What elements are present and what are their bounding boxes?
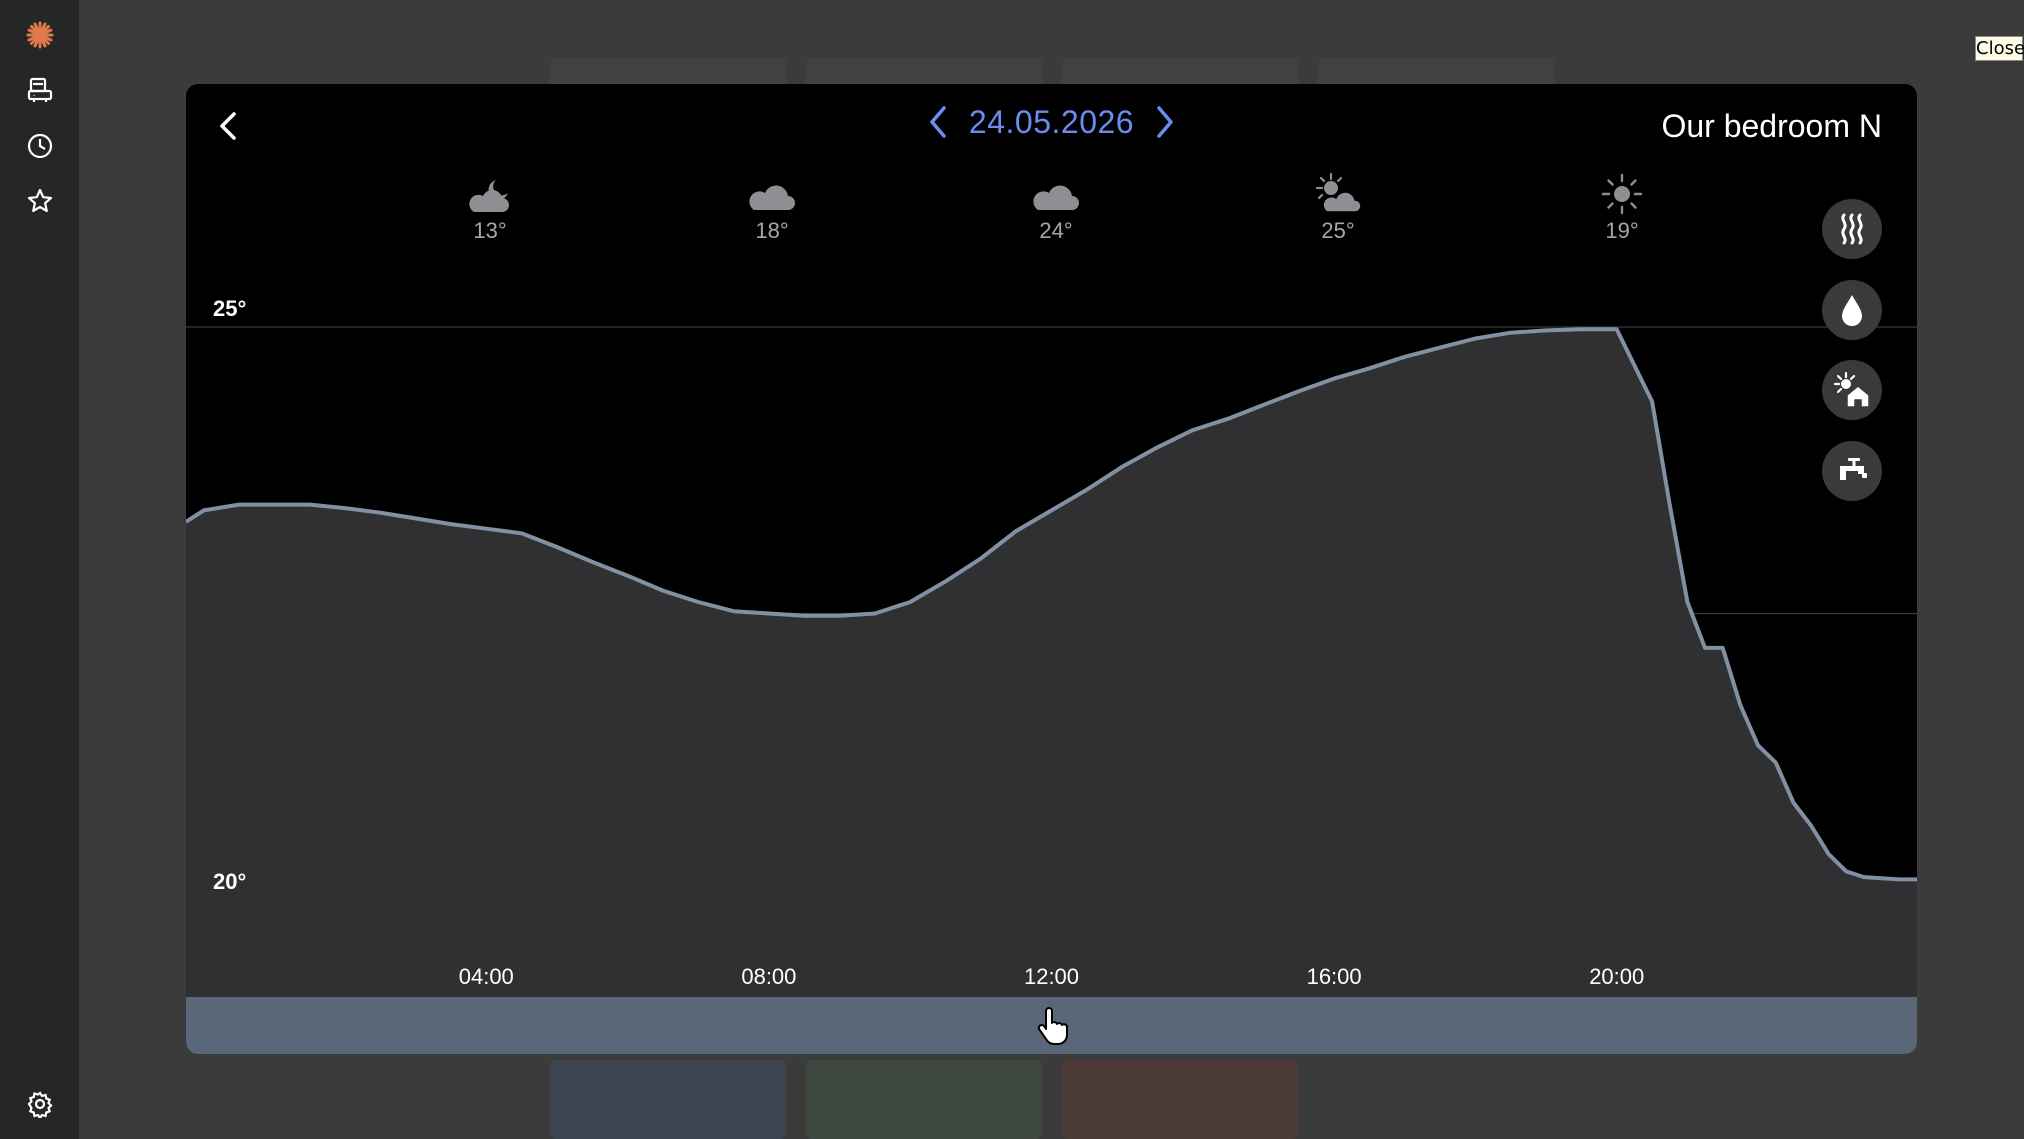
sun-cloud-icon [1315,172,1362,213]
weather-temp: 25° [1321,218,1355,243]
water-tap-icon [1840,458,1867,480]
devices-icon[interactable] [20,70,60,110]
moon-cloud-icon [469,180,509,212]
weather-slot: 18° [712,166,832,244]
heating-icon [1841,213,1863,245]
sun-logo-icon[interactable] [20,15,60,55]
weather-slot: 24° [996,166,1116,244]
x-tick-label: 16:00 [1307,964,1362,989]
weather-temp: 24° [1039,218,1073,243]
current-date[interactable]: 24.05.2026 [969,104,1134,141]
background-card [806,1060,1042,1139]
weather-slot: 25° [1278,166,1398,244]
water-button[interactable] [1822,441,1882,501]
x-tick-label: 04:00 [459,964,514,989]
weather-slot: 19° [1562,166,1682,244]
y-tick-label-25: 25° [213,296,246,321]
drag-handle-bar[interactable] [186,997,1917,1054]
weather-temp: 18° [755,218,789,243]
cloud-icon [749,185,795,210]
history-panel: 25° 20° 04:00 08:00 12:00 16:00 20:00 24… [186,84,1917,1054]
background-card [1062,1060,1298,1139]
room-name: Our bedroom N [1661,108,1882,144]
chevron-right-icon [1157,106,1173,138]
cloud-icon [1033,185,1079,210]
hand-pointer-icon [1037,1006,1068,1045]
gear-icon[interactable] [20,1084,60,1124]
close-button[interactable]: Close [1975,36,2024,61]
weather-temp: 19° [1605,218,1639,243]
chevron-left-icon [930,106,946,138]
date-navigator: 24.05.2026 [186,102,1917,152]
x-tick-label: 20:00 [1589,964,1644,989]
previous-day-button[interactable] [921,102,955,142]
x-tick-label: 12:00 [1024,964,1079,989]
sidebar [0,0,79,1139]
outdoor-button[interactable] [1822,360,1882,420]
star-icon[interactable] [20,181,60,221]
weather-temp: 13° [473,218,507,243]
humidity-button[interactable] [1822,280,1882,340]
humidity-icon [1842,295,1862,326]
next-day-button[interactable] [1148,102,1182,142]
outdoor-sun-home-icon [1833,371,1870,408]
clock-icon[interactable] [20,126,60,166]
background-card [550,1060,786,1139]
weather-slot: 13° [430,166,550,244]
x-tick-label: 08:00 [741,964,796,989]
y-tick-label-20: 20° [213,869,246,894]
heating-button[interactable] [1822,199,1882,259]
sun-icon [1601,173,1643,215]
